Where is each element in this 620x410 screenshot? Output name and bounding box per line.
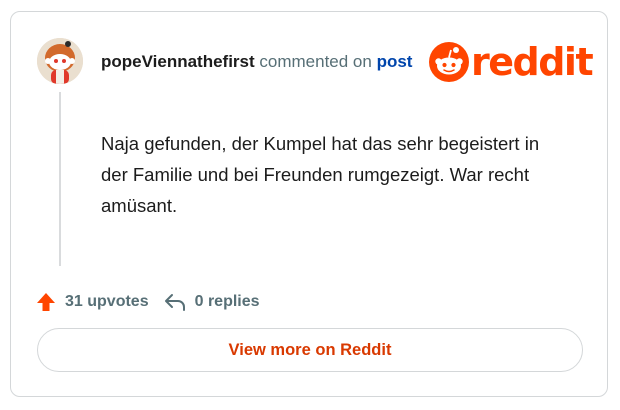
upvote-count[interactable]: 31 upvotes [35, 291, 149, 313]
comment-stats: 31 upvotes 0 replies [35, 291, 260, 313]
avatar[interactable] [37, 38, 83, 84]
reddit-comment-embed-card: popeViennathefirst commented on post red… [10, 11, 608, 397]
reddit-snoo-icon [429, 42, 469, 82]
comment-body: Naja gefunden, der Kumpel hat das sehr b… [101, 133, 540, 216]
reply-arrow-icon [164, 294, 185, 311]
reply-label: 0 replies [194, 293, 260, 310]
upvote-arrow-icon [37, 293, 55, 311]
username-link[interactable]: popeViennathefirst [101, 52, 255, 71]
action-text: commented on [259, 52, 372, 71]
reddit-logo[interactable]: reddit [429, 40, 594, 84]
reply-count[interactable]: 0 replies [163, 291, 260, 313]
thread-line [59, 92, 61, 266]
upvote-label: 31 upvotes [65, 293, 149, 310]
snoo-avatar-icon [37, 38, 83, 84]
view-more-on-reddit-button[interactable]: View more on Reddit [37, 328, 583, 372]
reddit-wordmark: reddit [471, 40, 594, 84]
post-link[interactable]: post [377, 52, 413, 71]
comment-header: popeViennathefirst commented on post [101, 52, 412, 72]
